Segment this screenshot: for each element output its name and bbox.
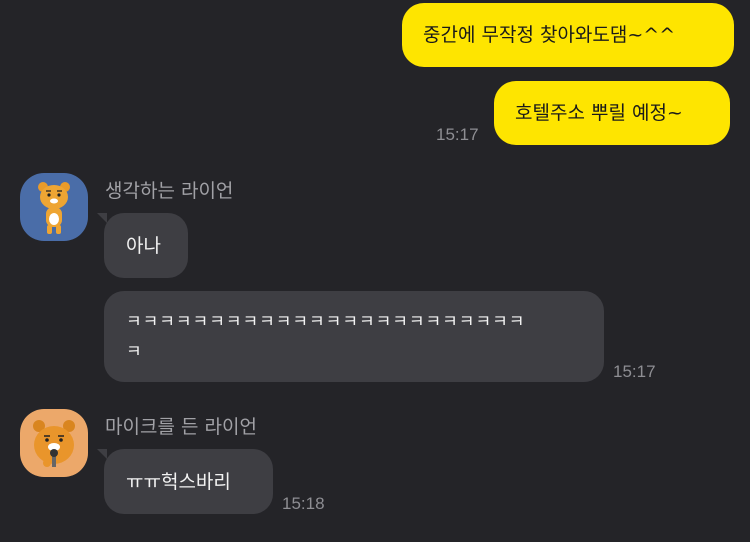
message-text-line: ㅋ xyxy=(126,342,143,362)
sender-name: 마이크를 든 라이언 xyxy=(105,416,257,438)
ryan-microphone-icon xyxy=(33,420,75,467)
bubble-tail xyxy=(97,449,107,459)
message-text: ㅠㅠ헉스바리 xyxy=(126,470,231,493)
incoming-message-bubble[interactable]: ㅠㅠ헉스바리 xyxy=(104,449,273,514)
outgoing-message-bubble[interactable]: 중간에 무작정 찾아와도댐~^^ xyxy=(402,3,734,67)
ryan-character-icon xyxy=(38,182,70,234)
thinking-ryan-avatar[interactable] xyxy=(20,173,88,241)
message-text: 중간에 무작정 찾아와도댐~^^ xyxy=(423,24,676,46)
sender-name: 생각하는 라이언 xyxy=(105,180,234,202)
message-timestamp: 15:18 xyxy=(282,494,325,513)
message-text: 아나 xyxy=(126,234,161,257)
message-timestamp: 15:17 xyxy=(613,362,656,381)
bubble-tail xyxy=(97,213,107,223)
mic-ryan-avatar[interactable] xyxy=(20,409,88,477)
message-text: 호텔주소 뿌릴 예정~ xyxy=(515,102,683,124)
incoming-message-bubble[interactable]: ㅋㅋㅋㅋㅋㅋㅋㅋㅋㅋㅋㅋㅋㅋㅋㅋㅋㅋㅋㅋㅋㅋㅋㅋ ㅋ xyxy=(104,291,604,382)
message-text-line: ㅋㅋㅋㅋㅋㅋㅋㅋㅋㅋㅋㅋㅋㅋㅋㅋㅋㅋㅋㅋㅋㅋㅋㅋ xyxy=(126,312,526,332)
message-timestamp: 15:17 xyxy=(436,125,479,144)
incoming-message-bubble[interactable]: 아나 xyxy=(104,213,188,278)
outgoing-message-bubble[interactable]: 호텔주소 뿌릴 예정~ xyxy=(494,81,730,145)
